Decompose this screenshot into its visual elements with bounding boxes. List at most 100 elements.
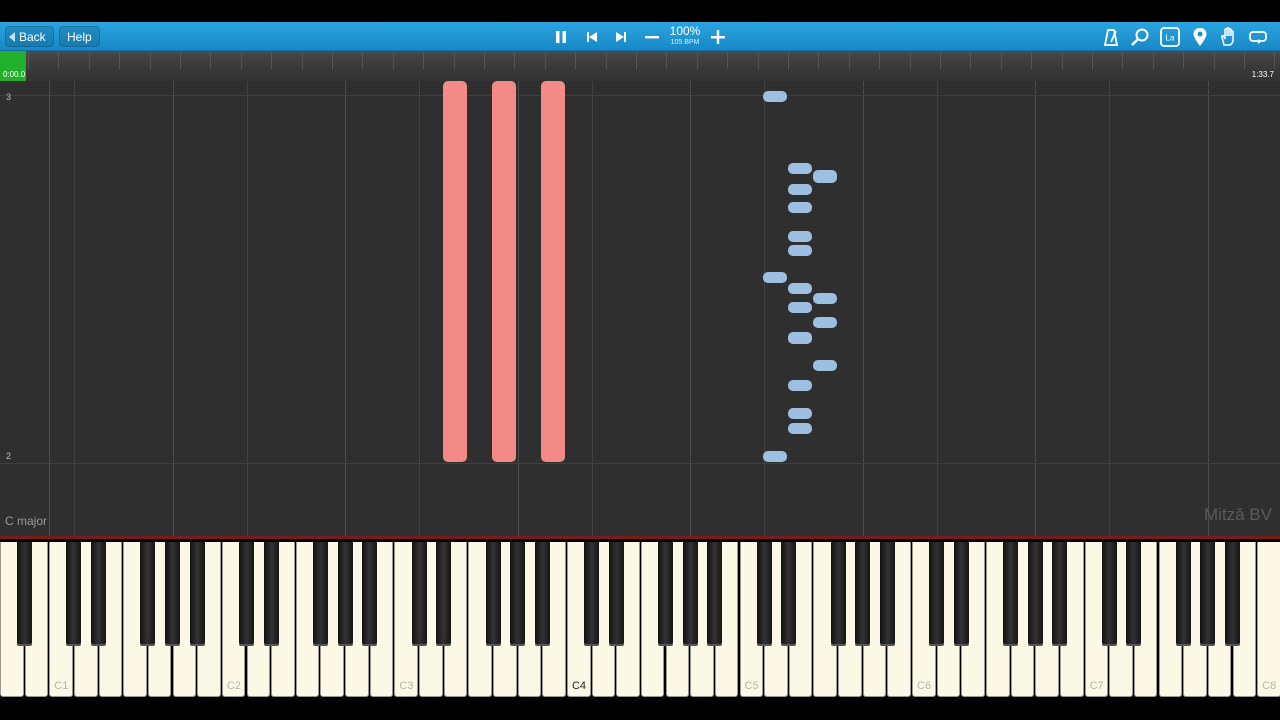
black-key[interactable] (436, 542, 452, 644)
key-octave-label: C2 (226, 680, 241, 692)
black-key[interactable] (781, 542, 797, 644)
black-key[interactable] (879, 542, 895, 644)
key-signature: C major (5, 514, 48, 528)
black-key[interactable] (1027, 542, 1043, 644)
loop-icon (1249, 30, 1267, 44)
timeline-tick (362, 51, 364, 69)
timeline-tick (1122, 51, 1124, 69)
hands-button[interactable] (1217, 25, 1241, 48)
black-key[interactable] (658, 542, 674, 644)
black-key[interactable] (91, 542, 107, 644)
help-label: Help (67, 30, 92, 44)
note-bar (763, 272, 787, 283)
speed-display: 100% 105 BPM (664, 25, 706, 47)
black-key[interactable] (411, 542, 427, 644)
measure-number-bottom: 2 (6, 451, 12, 461)
timeline-tick (879, 51, 881, 69)
white-key[interactable]: C8 (1257, 542, 1280, 697)
timeline-tick (301, 51, 303, 69)
key-octave-label: C1 (54, 680, 69, 692)
piano-keyboard: C1 C2 C3 C4 C5 C6 C7 C8 (0, 536, 1280, 697)
grid-line (345, 81, 346, 536)
note-bar (763, 451, 787, 462)
key-octave-label: C5 (744, 680, 759, 692)
grid-line (592, 81, 593, 536)
note-bar (788, 380, 812, 391)
timeline-tick (818, 51, 820, 69)
back-arrow-icon (9, 32, 15, 42)
black-key[interactable] (362, 542, 378, 644)
plus-icon (711, 29, 725, 44)
note-bar (813, 170, 837, 183)
bookmark-button[interactable] (1188, 25, 1212, 48)
black-key[interactable] (312, 542, 328, 644)
black-key[interactable] (17, 542, 33, 644)
note-bar (788, 245, 812, 256)
black-key[interactable] (66, 542, 82, 644)
note-bar (813, 317, 837, 328)
timeline-tick (575, 51, 577, 69)
black-key[interactable] (534, 542, 550, 644)
note-bar (788, 332, 812, 344)
black-key[interactable] (239, 542, 254, 644)
grid-line (1208, 81, 1209, 536)
timeline-tick (940, 51, 941, 69)
black-key[interactable] (1003, 542, 1019, 644)
back-button[interactable]: Back (5, 26, 54, 47)
black-key[interactable] (510, 542, 526, 644)
black-key[interactable] (608, 542, 624, 644)
black-key[interactable] (337, 542, 353, 644)
timeline-tick (1092, 51, 1093, 69)
note-bar (492, 81, 516, 462)
timeline-tick (1183, 51, 1185, 69)
skip-forward-button[interactable] (609, 25, 633, 48)
black-key[interactable] (140, 542, 156, 644)
timeline-scrubber[interactable]: 0:00.0 1:33.7 (0, 51, 1280, 81)
black-key[interactable] (1052, 542, 1068, 644)
tempo-bpm: 105 BPM (670, 39, 700, 46)
grid-line (518, 81, 519, 536)
black-key[interactable] (189, 542, 205, 644)
zoom-button[interactable] (1128, 25, 1152, 48)
help-button[interactable]: Help (59, 26, 100, 47)
timeline-tick (514, 51, 516, 69)
grid-line (74, 81, 75, 536)
black-key[interactable] (1101, 542, 1117, 644)
timeline-tick (271, 51, 273, 69)
black-key[interactable] (1200, 542, 1216, 644)
timeline-tick (1274, 51, 1276, 69)
black-key[interactable] (929, 542, 945, 644)
black-key[interactable] (953, 542, 969, 644)
black-key[interactable] (1126, 542, 1142, 644)
black-key[interactable] (756, 542, 772, 644)
timeline-tick (848, 51, 850, 69)
black-key[interactable] (830, 542, 846, 644)
loop-button[interactable] (1246, 25, 1270, 48)
black-key[interactable] (485, 542, 501, 644)
black-key[interactable] (263, 542, 279, 644)
note-bar (788, 302, 812, 313)
note-labels-button[interactable]: La (1158, 25, 1182, 48)
skip-back-button[interactable] (580, 25, 604, 48)
note-bar (788, 423, 812, 434)
hand-icon (1221, 26, 1234, 46)
note-bar (541, 81, 565, 462)
grid-line (49, 81, 50, 536)
black-key[interactable] (584, 542, 600, 644)
black-key[interactable] (855, 542, 871, 644)
slower-button[interactable] (640, 25, 664, 48)
black-key[interactable] (707, 542, 723, 644)
grid-line (764, 81, 765, 536)
black-key[interactable] (165, 542, 181, 644)
black-key[interactable] (1225, 542, 1240, 644)
grid-line (173, 81, 174, 536)
faster-button[interactable] (706, 25, 730, 48)
black-key[interactable] (1175, 542, 1191, 644)
label-icon-text: La (1166, 33, 1175, 42)
metronome-button[interactable] (1099, 25, 1123, 48)
timeline-tick (240, 51, 242, 69)
minus-icon (645, 35, 659, 38)
pause-button[interactable] (549, 25, 573, 48)
measure-line (0, 463, 1280, 464)
black-key[interactable] (682, 542, 698, 644)
